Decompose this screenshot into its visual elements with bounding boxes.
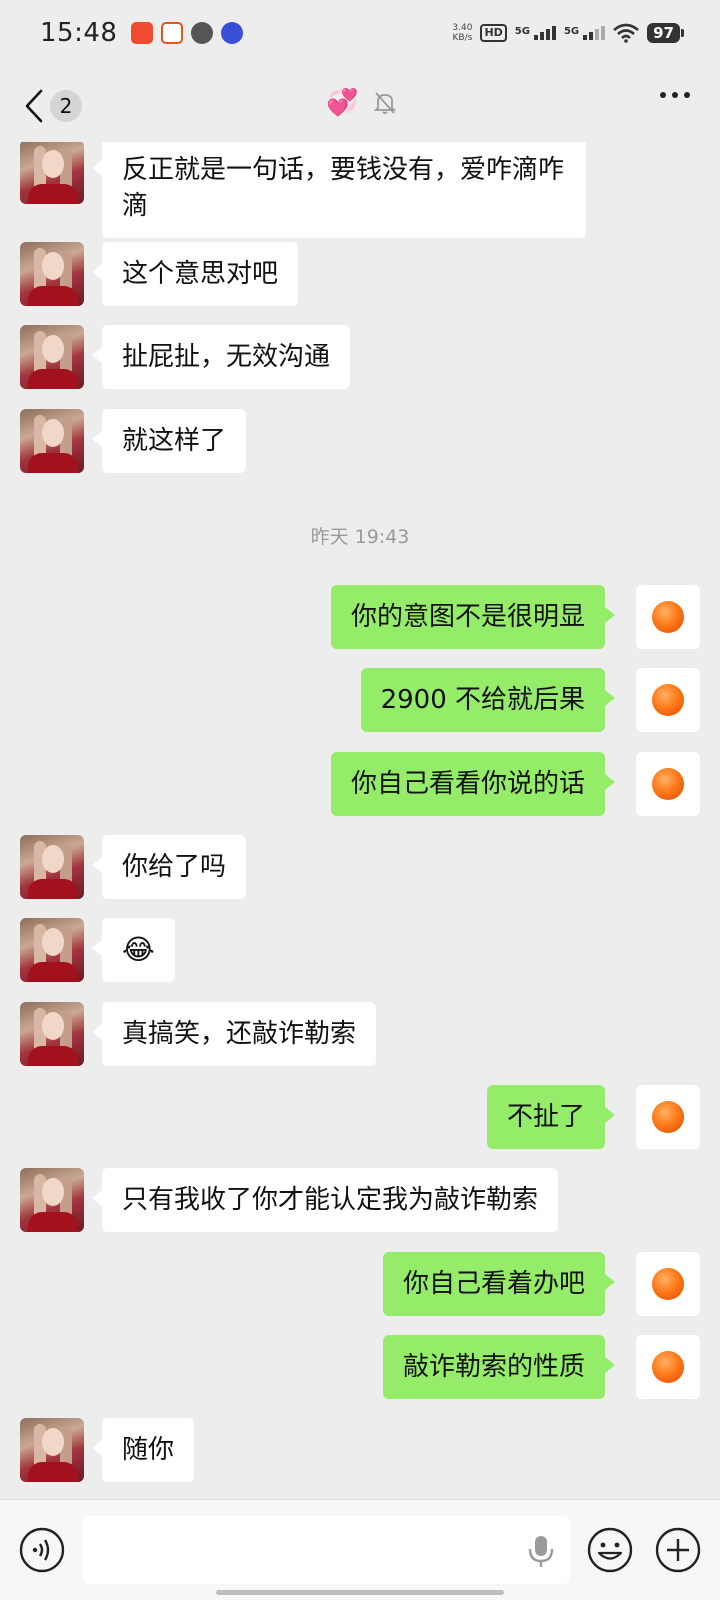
shopping-app-icon [161,22,184,44]
contact-avatar[interactable] [20,325,84,389]
battery-indicator: 97 [647,23,684,43]
blue-app-icon [221,22,244,44]
contact-avatar[interactable] [20,1418,84,1482]
message-bubble-self[interactable]: 敲诈勒索的性质 [382,1335,616,1399]
contact-name-hearts: 💞 [326,88,359,118]
sim2-label: 5G [563,26,580,37]
orange-avatar-icon [652,1101,684,1133]
more-dot-icon [684,92,690,98]
more-options-button[interactable] [660,92,690,98]
app-notification-icon [131,22,154,44]
self-avatar[interactable] [636,668,700,732]
message-bubble-self[interactable]: 你自己看看你说的话 [330,752,616,816]
chevron-left-icon [25,89,43,123]
message-bubble-self[interactable]: 2900 不给就后果 [360,668,616,732]
message-bubble[interactable]: 随你 [91,1418,195,1482]
self-avatar[interactable] [636,752,700,816]
mute-bell-icon [374,92,397,114]
message-bubble[interactable]: 扯屁扯，无效沟通 [91,325,351,389]
contact-avatar[interactable] [20,242,84,306]
unread-count-badge: 2 [50,90,82,122]
self-avatar[interactable] [636,585,700,649]
orange-avatar-icon [652,1351,684,1383]
more-dot-icon [672,92,678,98]
message-bubble-self[interactable]: 你的意图不是很明显 [330,585,616,649]
message-list[interactable]: 反正就是一句话，要钱没有，爱咋滴咋滴 这个意思对吧 扯屁扯，无效沟通 就这样了 … [0,142,720,1499]
message-bubble[interactable]: 就这样了 [91,409,247,473]
contact-avatar[interactable] [20,409,84,473]
orange-avatar-icon [652,1268,684,1300]
signal-icon-sim2: 5G [563,26,606,40]
orange-avatar-icon [652,601,684,633]
orange-avatar-icon [652,684,684,716]
message-bubble[interactable]: 反正就是一句话，要钱没有，爱咋滴咋滴 [92,142,586,238]
voice-mode-button[interactable] [18,1526,66,1574]
time-separator: 昨天 19:43 [310,526,410,548]
microphone-icon[interactable] [526,1534,556,1568]
message-bubble[interactable]: 这个意思对吧 [91,242,299,306]
emoji-button[interactable] [586,1526,634,1574]
add-more-button[interactable] [654,1526,702,1574]
contact-avatar[interactable] [20,1002,84,1066]
network-speed-value: 3.40 [452,23,473,33]
message-bubble-self[interactable]: 不扯了 [486,1085,616,1149]
self-avatar[interactable] [636,1085,700,1149]
signal-icon-sim1: 5G [515,26,556,40]
status-bar: 15:48 3.40 KB/s HD 5G 5G 97 [0,0,720,66]
home-indicator[interactable] [216,1590,504,1595]
chat-header: 2 💞 [0,66,720,142]
back-button[interactable]: 2 [24,86,94,126]
chat-title[interactable]: 💞 [326,88,398,118]
wifi-icon [613,23,639,43]
message-bubble-self[interactable]: 你自己看着办吧 [382,1252,616,1316]
contact-avatar[interactable] [20,1168,84,1232]
message-bubble[interactable]: 真搞笑，还敲诈勒索 [91,1002,377,1066]
more-dot-icon [660,92,666,98]
status-time: 15:48 [40,18,118,48]
message-bubble[interactable]: 只有我收了你才能认定我为敲诈勒索 [91,1168,559,1232]
hd-badge: HD [480,24,507,42]
planet-app-icon [191,22,214,44]
orange-avatar-icon [652,768,684,800]
network-speed-unit: KB/s [452,33,473,43]
contact-avatar[interactable] [20,835,84,899]
message-input[interactable] [82,1516,570,1584]
message-bubble[interactable]: 你给了吗 [91,835,247,899]
self-avatar[interactable] [636,1252,700,1316]
self-avatar[interactable] [636,1335,700,1399]
contact-avatar[interactable] [20,142,84,204]
network-speed: 3.40 KB/s [452,23,472,43]
contact-avatar[interactable] [20,918,84,982]
sim1-label: 5G [514,26,530,37]
notification-icons [131,22,244,44]
chat-input-bar [0,1499,720,1600]
message-bubble-emoji[interactable]: 😂 [92,918,175,982]
